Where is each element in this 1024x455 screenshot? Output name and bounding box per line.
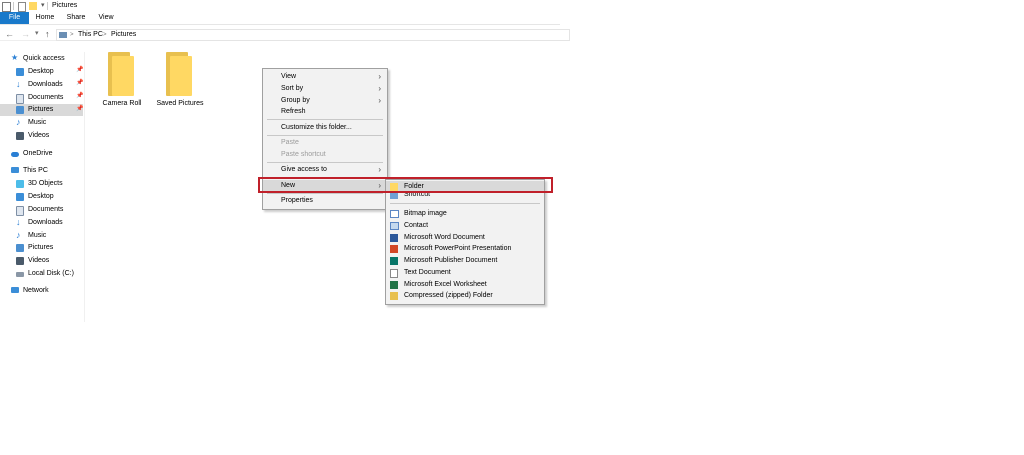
star-icon: ★ xyxy=(11,53,19,62)
pin-icon[interactable]: 📌 xyxy=(76,92,83,99)
menu-item-new-bitmap[interactable]: Bitmap image xyxy=(386,208,544,219)
divider xyxy=(13,2,14,10)
contact-icon xyxy=(390,222,399,230)
menu-item-new-publisher[interactable]: Microsoft Publisher Document xyxy=(386,255,544,266)
new-folder-icon[interactable] xyxy=(29,2,37,10)
pin-icon[interactable]: 📌 xyxy=(76,105,83,112)
breadcrumb-separator: > xyxy=(70,32,74,38)
menu-item-paste-shortcut[interactable]: Paste shortcut xyxy=(263,149,387,160)
sidebar-item-pictures[interactable]: Pictures xyxy=(0,104,83,116)
folder-item[interactable]: Camera Roll xyxy=(100,52,144,112)
computer-icon xyxy=(11,167,19,173)
highlight-box xyxy=(258,177,553,193)
tab-file[interactable]: File xyxy=(0,12,29,24)
pin-icon[interactable]: 📌 xyxy=(76,79,83,86)
documents-icon xyxy=(16,94,24,104)
ribbon: File Home Share View xyxy=(0,12,560,25)
divider xyxy=(47,2,48,10)
menu-item-view[interactable]: View › xyxy=(263,71,387,82)
desktop-icon xyxy=(16,193,24,201)
chevron-right-icon: › xyxy=(378,165,381,174)
drive-icon xyxy=(16,272,24,277)
desktop-icon xyxy=(16,68,24,76)
forward-arrow-icon[interactable]: → xyxy=(21,28,30,40)
up-arrow-icon[interactable]: ↑ xyxy=(45,28,50,40)
menu-item-sort-by[interactable]: Sort by › xyxy=(263,83,387,94)
chevron-right-icon: › xyxy=(378,72,381,81)
text-document-icon xyxy=(390,269,398,278)
network-icon xyxy=(11,287,19,293)
folder-icon xyxy=(162,52,196,96)
navigation-pane: ★ Quick access Desktop 📌 ↓ Downloads 📌 D… xyxy=(0,52,85,322)
music-note-icon: ♪ xyxy=(16,117,21,127)
videos-icon xyxy=(16,257,24,265)
properties-icon[interactable] xyxy=(2,2,11,12)
documents-icon xyxy=(16,206,24,216)
folder-label: Camera Roll xyxy=(102,100,142,107)
menu-item-new-shortcut[interactable]: Shortcut xyxy=(386,192,544,200)
navigation-bar: ← → ▾ ↑ > This PC > Pictures xyxy=(0,28,570,41)
menu-item-customize[interactable]: Customize this folder... xyxy=(263,122,387,133)
menu-item-properties[interactable]: Properties xyxy=(263,195,387,206)
menu-separator xyxy=(267,193,383,194)
menu-item-new-powerpoint[interactable]: Microsoft PowerPoint Presentation xyxy=(386,243,544,254)
bitmap-icon xyxy=(390,210,399,218)
menu-item-new-contact[interactable]: Contact xyxy=(386,220,544,231)
computer-icon xyxy=(59,32,67,38)
menu-separator xyxy=(267,162,383,163)
new-submenu: Folder Shortcut Bitmap image Contact Mic… xyxy=(385,179,545,305)
chevron-right-icon: › xyxy=(378,84,381,93)
menu-item-new-word[interactable]: Microsoft Word Document xyxy=(386,232,544,243)
menu-item-new-text[interactable]: Text Document xyxy=(386,267,544,278)
back-arrow-icon[interactable]: ← xyxy=(5,28,14,40)
pin-icon[interactable]: 📌 xyxy=(76,66,83,73)
window-title: Pictures xyxy=(52,2,78,9)
menu-item-give-access[interactable]: Give access to › xyxy=(263,164,387,175)
folder-item[interactable]: Saved Pictures xyxy=(156,52,204,112)
breadcrumb-this-pc[interactable]: This PC xyxy=(78,30,103,40)
menu-item-new-excel[interactable]: Microsoft Excel Worksheet xyxy=(386,279,544,290)
menu-item-group-by[interactable]: Group by › xyxy=(263,95,387,106)
chevron-right-icon: › xyxy=(378,96,381,105)
excel-icon xyxy=(390,281,398,289)
word-icon xyxy=(390,234,398,242)
tab-home[interactable]: Home xyxy=(33,12,57,24)
folder-label: Saved Pictures xyxy=(156,100,204,107)
pictures-icon xyxy=(16,244,24,252)
menu-item-refresh[interactable]: Refresh xyxy=(263,106,387,117)
menu-separator xyxy=(267,119,383,120)
breadcrumb-separator: > xyxy=(103,32,107,38)
download-arrow-icon: ↓ xyxy=(16,217,21,227)
powerpoint-icon xyxy=(390,245,398,253)
publisher-icon xyxy=(390,257,398,265)
music-note-icon: ♪ xyxy=(16,230,21,240)
zip-folder-icon xyxy=(390,292,398,300)
menu-item-new-zip[interactable]: Compressed (zipped) Folder xyxy=(386,290,544,301)
recent-locations-icon[interactable]: ▾ xyxy=(35,28,39,40)
menu-separator xyxy=(267,135,383,136)
folder-icon xyxy=(104,52,138,96)
new-document-icon[interactable] xyxy=(18,2,26,12)
cloud-icon xyxy=(11,152,19,157)
shortcut-icon xyxy=(390,192,398,199)
customize-toolbar-icon[interactable]: ▾ xyxy=(41,1,45,9)
title-bar: ▾ Pictures xyxy=(0,0,560,12)
menu-item-paste[interactable]: Paste xyxy=(263,137,387,148)
pictures-icon xyxy=(16,106,24,114)
tab-view[interactable]: View xyxy=(94,12,118,24)
breadcrumb-pictures[interactable]: Pictures xyxy=(111,30,136,40)
address-box[interactable]: > This PC > Pictures xyxy=(56,29,570,41)
tab-share[interactable]: Share xyxy=(63,12,89,24)
download-arrow-icon: ↓ xyxy=(16,79,21,89)
videos-icon xyxy=(16,132,24,140)
menu-separator xyxy=(390,203,540,204)
3d-objects-icon xyxy=(16,180,24,188)
